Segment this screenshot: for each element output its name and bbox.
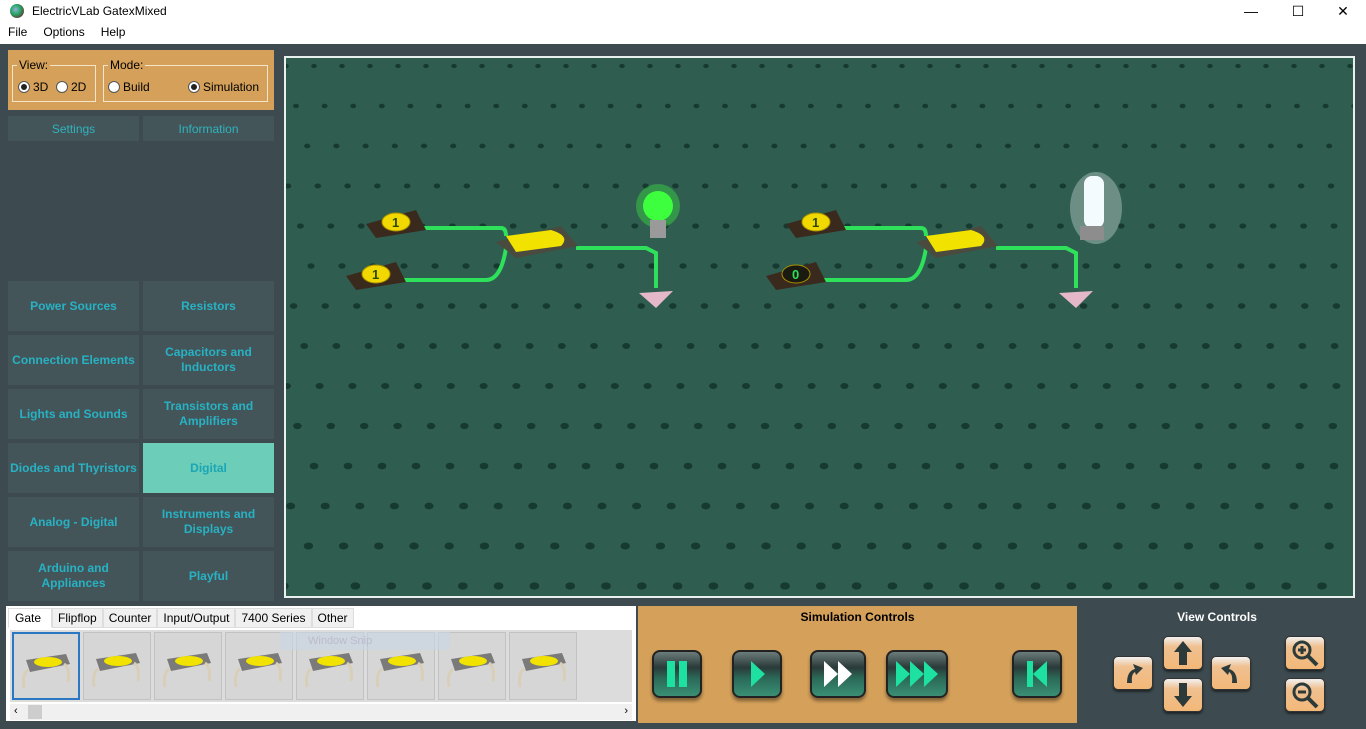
information-tab[interactable]: Information bbox=[143, 116, 274, 141]
palette-tab-flipflop[interactable]: Flipflop bbox=[52, 608, 103, 628]
rotate-right-button[interactable] bbox=[1211, 656, 1251, 690]
window-title: ElectricVLab GatexMixed bbox=[32, 4, 167, 18]
category-instruments-and-displays[interactable]: Instruments and Displays bbox=[143, 497, 274, 547]
close-button[interactable]: ✕ bbox=[1320, 0, 1366, 22]
view-controls-title: View Controls bbox=[1177, 610, 1257, 624]
mode-legend: Mode: bbox=[110, 58, 144, 72]
category-analog-digital[interactable]: Analog - Digital bbox=[8, 497, 139, 547]
app-icon bbox=[10, 4, 24, 18]
view-2d-radio[interactable]: 2D bbox=[56, 80, 86, 94]
category-lights-and-sounds[interactable]: Lights and Sounds bbox=[8, 389, 139, 439]
input-value: 1 bbox=[392, 215, 399, 230]
view-3d-radio[interactable]: 3D bbox=[18, 80, 48, 94]
rotate-left-button[interactable] bbox=[1113, 656, 1153, 690]
view-mode-panel: View: 3D 2D Mode: Build Simulation bbox=[8, 50, 274, 110]
palette-items: Window Snip bbox=[10, 630, 632, 702]
app-body: View: 3D 2D Mode: Build Simulation Setti… bbox=[0, 44, 1366, 729]
menu-bar: File Options Help bbox=[0, 22, 1366, 42]
minimize-button[interactable]: — bbox=[1228, 0, 1274, 22]
arrow-up-icon bbox=[1174, 641, 1192, 665]
fastest-icon bbox=[896, 661, 938, 687]
fastest-button[interactable] bbox=[886, 650, 948, 698]
fast-forward-icon bbox=[824, 661, 852, 687]
input-value: 0 bbox=[792, 267, 799, 282]
view-controls: View Controls bbox=[1077, 606, 1357, 723]
simulation-controls: Simulation Controls bbox=[638, 606, 1077, 723]
maximize-button[interactable]: ☐ bbox=[1275, 0, 1321, 22]
category-capacitors-and-inductors[interactable]: Capacitors and Inductors bbox=[143, 335, 274, 385]
rotate-right-icon bbox=[1221, 664, 1237, 683]
cfl-lamp bbox=[1084, 176, 1104, 228]
zoom-in-button[interactable] bbox=[1285, 636, 1325, 670]
category-playful[interactable]: Playful bbox=[143, 551, 274, 601]
wire bbox=[836, 226, 928, 237]
palette-tab-other[interactable]: Other bbox=[311, 608, 354, 628]
mode-build-radio[interactable]: Build bbox=[108, 80, 150, 94]
circuit-board[interactable]: 1 1 1 0 bbox=[286, 58, 1355, 598]
window-snip-overlay: Window Snip bbox=[280, 632, 450, 650]
mode-simulation-radio[interactable]: Simulation bbox=[188, 80, 259, 94]
gate-item[interactable] bbox=[154, 632, 222, 700]
play-button[interactable] bbox=[732, 650, 782, 698]
palette-scrollbar[interactable]: ‹ › bbox=[10, 704, 632, 720]
view-legend: View: bbox=[19, 58, 49, 72]
input-value: 1 bbox=[812, 215, 819, 230]
lamp-socket bbox=[650, 220, 666, 238]
category-arduino-and-appliances[interactable]: Arduino and Appliances bbox=[8, 551, 139, 601]
zoom-in-icon bbox=[1292, 640, 1319, 667]
arrow-down-icon bbox=[1174, 683, 1192, 707]
title-bar: ElectricVLab GatexMixed — ☐ ✕ bbox=[0, 0, 1366, 22]
ground-symbol bbox=[1059, 291, 1093, 308]
settings-tab[interactable]: Settings bbox=[8, 116, 139, 141]
category-connection-elements[interactable]: Connection Elements bbox=[8, 335, 139, 385]
palette-tab-7400-series[interactable]: 7400 Series bbox=[235, 608, 312, 628]
scroll-thumb[interactable] bbox=[28, 705, 42, 719]
category-power-sources[interactable]: Power Sources bbox=[8, 281, 139, 331]
palette-tab-input-output[interactable]: Input/Output bbox=[157, 608, 236, 628]
pause-icon bbox=[667, 661, 687, 687]
gate-item[interactable] bbox=[83, 632, 151, 700]
zoom-out-icon bbox=[1292, 682, 1319, 709]
skip-back-icon bbox=[1027, 661, 1047, 687]
wire bbox=[396, 247, 508, 282]
gate-item[interactable] bbox=[12, 632, 80, 700]
cfl-socket bbox=[1080, 226, 1104, 240]
green-lamp bbox=[643, 191, 673, 221]
category-resistors[interactable]: Resistors bbox=[143, 281, 274, 331]
menu-file[interactable]: File bbox=[0, 25, 35, 39]
menu-help[interactable]: Help bbox=[93, 25, 134, 39]
palette-tab-gate[interactable]: Gate bbox=[8, 608, 53, 628]
reset-button[interactable] bbox=[1012, 650, 1062, 698]
circuit-canvas[interactable]: 1 1 1 0 bbox=[284, 56, 1355, 598]
zoom-out-button[interactable] bbox=[1285, 678, 1325, 712]
fast-forward-button[interactable] bbox=[810, 650, 866, 698]
scroll-right-icon[interactable]: › bbox=[624, 705, 628, 717]
rotate-left-icon bbox=[1127, 664, 1143, 683]
component-palette: Gate Flipflop Counter Input/Output 7400 Seri… bbox=[6, 606, 636, 721]
menu-options[interactable]: Options bbox=[35, 25, 92, 39]
input-value: 1 bbox=[372, 267, 379, 282]
category-transistors-and-amplifiers[interactable]: Transistors and Amplifiers bbox=[143, 389, 274, 439]
gate-item[interactable] bbox=[509, 632, 577, 700]
category-diodes-and-thyristors[interactable]: Diodes and Thyristors bbox=[8, 443, 139, 493]
scroll-left-icon[interactable]: ‹ bbox=[14, 705, 18, 717]
category-digital[interactable]: Digital bbox=[143, 443, 274, 493]
pan-down-button[interactable] bbox=[1163, 678, 1203, 712]
pause-button[interactable] bbox=[652, 650, 702, 698]
palette-tab-counter[interactable]: Counter bbox=[102, 608, 158, 628]
pan-up-button[interactable] bbox=[1163, 636, 1203, 670]
wire bbox=[416, 226, 508, 237]
play-icon bbox=[751, 661, 765, 687]
info-pane bbox=[8, 143, 274, 279]
wire bbox=[996, 246, 1078, 288]
simulation-controls-title: Simulation Controls bbox=[800, 610, 915, 624]
